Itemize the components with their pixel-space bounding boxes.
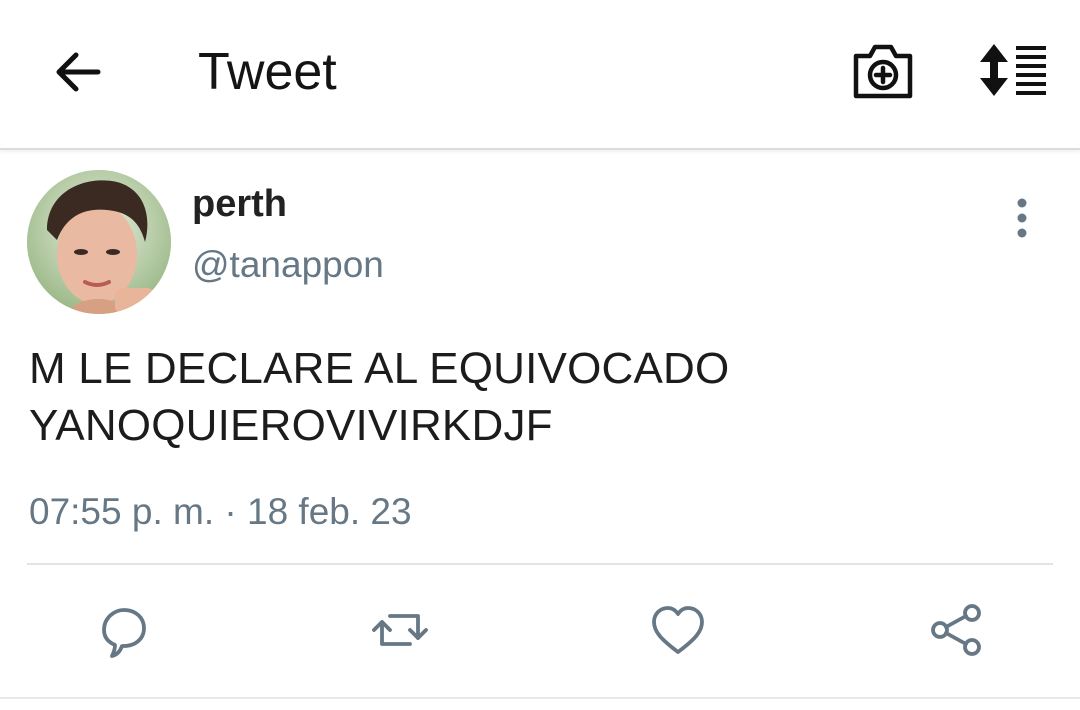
like-button[interactable] <box>648 600 708 660</box>
reply-button[interactable] <box>94 600 154 660</box>
bottom-divider <box>0 697 1080 699</box>
sort-button[interactable] <box>978 42 1050 98</box>
camera-button[interactable] <box>850 40 916 102</box>
heart-icon <box>652 606 704 654</box>
reply-icon <box>102 608 146 658</box>
retweet-icon <box>372 614 428 646</box>
avatar[interactable] <box>27 170 171 314</box>
author-name[interactable]: perth <box>192 182 287 226</box>
camera-add-icon <box>853 44 913 99</box>
retweet-button[interactable] <box>370 600 430 660</box>
divider <box>27 563 1053 565</box>
tweet-timestamp: 07:55 p. m. · 18 feb. 23 <box>29 491 412 532</box>
share-button[interactable] <box>926 600 986 660</box>
back-button[interactable] <box>50 44 106 100</box>
avatar-photo <box>27 170 171 314</box>
page-title: Tweet <box>198 43 337 101</box>
tweet-text: M LE DECLARE AL EQUIVOCADO YANOQUIEROVIV… <box>29 344 730 450</box>
sort-list-icon <box>980 44 1046 96</box>
share-icon <box>931 604 981 656</box>
author-handle[interactable]: @tanappon <box>192 243 384 287</box>
more-options-button[interactable] <box>1006 196 1038 240</box>
more-vertical-icon <box>1017 198 1027 238</box>
top-app-bar: Tweet <box>0 0 1080 150</box>
arrow-left-icon <box>56 52 101 92</box>
